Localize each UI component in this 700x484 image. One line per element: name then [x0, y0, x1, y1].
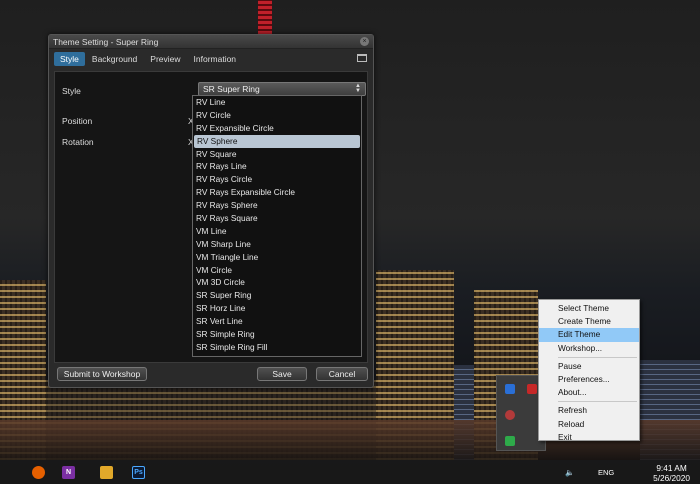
dropdown-option[interactable]: SR Horz Line [193, 302, 361, 315]
folder-icon[interactable] [357, 54, 367, 62]
menu-separator [558, 356, 637, 358]
bluetooth-icon[interactable] [505, 384, 515, 394]
dropdown-option[interactable]: RV Line [193, 96, 361, 109]
style-select-value: SR Super Ring [203, 84, 260, 94]
cancel-button[interactable]: Cancel [316, 367, 368, 381]
menu-item-workshop[interactable]: Workshop... [539, 342, 639, 355]
dropdown-option[interactable]: VM 3D Circle [193, 276, 361, 289]
dropdown-option[interactable]: RV Square [193, 148, 361, 161]
taskbar: N Ps 🔈 ENG 9:41 AM 5/26/2020 [0, 460, 700, 484]
menu-item-exit[interactable]: Exit [539, 431, 639, 444]
rotation-label: Rotation [62, 137, 94, 147]
clock[interactable]: 9:41 AM 5/26/2020 [653, 463, 690, 483]
close-icon[interactable]: × [360, 37, 369, 46]
menu-separator [558, 401, 637, 403]
tab-style[interactable]: Style [54, 52, 85, 66]
app-v-icon[interactable] [527, 384, 537, 394]
dropdown-option[interactable]: SR Vert Line [193, 315, 361, 328]
tab-bar: Style Background Preview Information [49, 51, 373, 67]
style-select[interactable]: SR Super Ring ▲ ▼ [198, 82, 366, 96]
menu-item-refresh[interactable]: Refresh [539, 404, 639, 417]
tab-information[interactable]: Information [188, 52, 243, 66]
dropdown-option[interactable]: VM Line [193, 225, 361, 238]
app-red-icon[interactable] [505, 410, 515, 420]
submit-to-workshop-button[interactable]: Submit to Workshop [57, 367, 147, 381]
tower-light [258, 0, 272, 34]
dropdown-option[interactable]: SR Simple Ring [193, 328, 361, 341]
messaging-icon[interactable] [505, 436, 515, 446]
menu-item-edit-theme[interactable]: Edit Theme [539, 328, 639, 342]
dropdown-option[interactable]: RV Rays Square [193, 212, 361, 225]
dropdown-option[interactable]: RV Rays Sphere [193, 199, 361, 212]
dropdown-option[interactable]: RV Sphere [194, 134, 360, 148]
menu-item-preferences[interactable]: Preferences... [539, 373, 639, 386]
dropdown-option[interactable]: RV Rays Expansible Circle [193, 186, 361, 199]
tray-context-menu: Select Theme Create Theme Edit Theme Worksh… [538, 299, 640, 444]
tab-preview[interactable]: Preview [144, 52, 186, 66]
dialog-title: Theme Setting - Super Ring [53, 36, 159, 47]
dialog-titlebar[interactable]: Theme Setting - Super Ring × [49, 35, 373, 49]
photoshop-icon[interactable]: Ps [132, 466, 145, 479]
dropdown-option[interactable]: RV Circle [193, 109, 361, 122]
save-button[interactable]: Save [257, 367, 307, 381]
dropdown-option[interactable]: VM Triangle Line [193, 251, 361, 264]
onenote-letter: N [65, 469, 72, 476]
onenote-icon[interactable]: N [62, 466, 75, 479]
menu-item-select-theme[interactable]: Select Theme [539, 302, 639, 315]
menu-item-pause[interactable]: Pause [539, 360, 639, 373]
language-indicator[interactable]: ENG [598, 468, 614, 477]
dropdown-option[interactable]: VM Sharp Line [193, 238, 361, 251]
menu-item-about[interactable]: About... [539, 386, 639, 399]
clock-date: 5/26/2020 [653, 473, 690, 483]
menu-item-create-theme[interactable]: Create Theme [539, 315, 639, 328]
dropdown-option[interactable]: VM Circle [193, 264, 361, 277]
select-arrows-icon: ▲ ▼ [355, 83, 361, 94]
firefox-icon[interactable] [32, 466, 45, 479]
dropdown-option[interactable]: SR Super Ring [193, 289, 361, 302]
dropdown-option[interactable]: SR Simple Ring Fill [193, 341, 361, 354]
clock-time: 9:41 AM [656, 463, 687, 473]
position-label: Position [62, 116, 93, 126]
style-dropdown-list: RV Line RV Circle RV Expansible Circle RV S… [192, 95, 362, 357]
dropdown-option[interactable]: RV Rays Line [193, 160, 361, 173]
tab-background[interactable]: Background [86, 52, 143, 66]
dropdown-option[interactable]: RV Rays Circle [193, 173, 361, 186]
menu-item-reload[interactable]: Reload [539, 418, 639, 431]
volume-icon[interactable]: 🔈 [565, 468, 574, 477]
style-label: Style [62, 86, 81, 96]
dropdown-option[interactable]: RV Expansible Circle [193, 122, 361, 135]
file-explorer-icon[interactable] [100, 466, 113, 479]
photoshop-letters: Ps [134, 469, 143, 476]
